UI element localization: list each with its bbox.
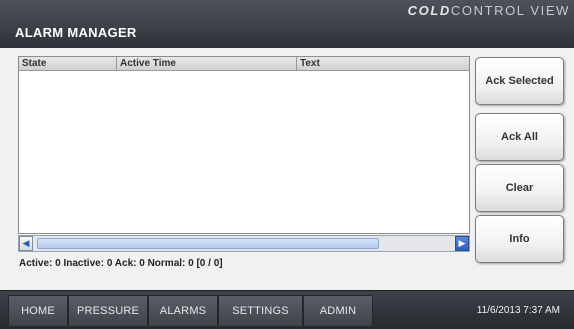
ack-selected-button[interactable]: Ack Selected (475, 57, 564, 105)
scrollbar-thumb[interactable] (37, 238, 379, 249)
tab-alarms[interactable]: ALARMS (148, 295, 218, 326)
info-button[interactable]: Info (475, 215, 564, 263)
scroll-left-button[interactable]: ◀ (19, 236, 33, 251)
alarm-table[interactable]: State Active Time Text (18, 56, 470, 234)
column-header-active-time[interactable]: Active Time (117, 57, 297, 70)
clear-button[interactable]: Clear (475, 164, 564, 212)
column-header-state[interactable]: State (19, 57, 117, 70)
tab-settings[interactable]: SETTINGS (218, 295, 303, 326)
datetime-display: 11/6/2013 7:37 AM (476, 305, 560, 316)
alarm-status-counts: Active: 0 Inactive: 0 Ack: 0 Normal: 0 [… (19, 258, 223, 269)
tab-home[interactable]: HOME (8, 295, 68, 326)
tab-pressure[interactable]: PRESSURE (68, 295, 148, 326)
page-title: ALARM MANAGER (15, 25, 137, 40)
brand-logo: COLDCONTROL VIEW (408, 3, 570, 18)
horizontal-scrollbar[interactable]: ◀ ▶ (18, 235, 470, 252)
alarm-manager-screen: ALARM MANAGER COLDCONTROL VIEW State Act… (0, 0, 574, 329)
ack-all-button[interactable]: Ack All (475, 113, 564, 161)
table-header: State Active Time Text (19, 57, 469, 71)
column-header-text[interactable]: Text (297, 57, 469, 70)
bottom-nav-bar: HOME PRESSURE ALARMS SETTINGS ADMIN 11/6… (0, 290, 574, 329)
tab-admin[interactable]: ADMIN (303, 295, 373, 326)
chevron-right-icon: ▶ (458, 238, 466, 248)
chevron-left-icon: ◀ (22, 238, 30, 248)
header-bar: ALARM MANAGER COLDCONTROL VIEW (0, 0, 574, 48)
brand-text-part2: CONTROL VIEW (450, 3, 570, 18)
scroll-right-button[interactable]: ▶ (455, 236, 469, 251)
brand-text-part1: COLD (407, 3, 451, 18)
